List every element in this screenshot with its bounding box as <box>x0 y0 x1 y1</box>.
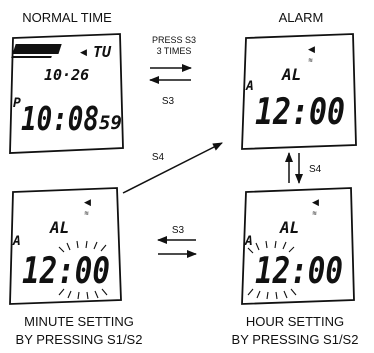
hour-am-indicator: A <box>244 234 253 249</box>
alarm-sound-icon: ≋ <box>308 57 313 64</box>
caption-alarm: ALARM <box>279 10 324 25</box>
transition-label-3-times: 3 TIMES <box>157 46 192 56</box>
arrow-minute-to-alarm <box>122 142 223 194</box>
alarm-am-indicator: A <box>245 79 254 94</box>
transition-label-s4-diagonal: S4 <box>152 152 165 163</box>
alarm-mode-label: AL <box>281 65 301 84</box>
hour-setting-display: ◀ ≋ AL A 12:00 <box>241 187 355 305</box>
minute-sound-icon: ≋ <box>84 210 89 217</box>
transition-label-s3-back: S3 <box>162 96 175 107</box>
transition-label-press-s3: PRESS S3 <box>152 35 196 45</box>
hour-mode-label: AL <box>279 218 299 237</box>
minute-setting-display: ◀ ≋ AL A 12:00 <box>9 187 122 305</box>
minute-mode-label: AL <box>49 218 69 237</box>
seconds-digits: 59 <box>99 112 122 134</box>
signal-icon: ◀ <box>80 48 87 58</box>
hour-sound-icon: ≋ <box>312 210 317 217</box>
date-label: 10·26 <box>44 66 89 84</box>
caption-minute-setting-sub: BY PRESSING S1/S2 <box>16 332 143 347</box>
day-label: TU <box>93 43 112 61</box>
caption-normal-time: NORMAL TIME <box>22 10 112 25</box>
caption-hour-setting: HOUR SETTING <box>246 314 344 329</box>
pm-indicator: P <box>13 96 21 111</box>
normal-time-display: ◀ TU 10·26 P 10:08 59 <box>9 33 124 154</box>
hour-bell-icon: ◀ <box>312 198 319 208</box>
alarm-display: ◀ ≋ AL A 12:00 <box>241 33 357 150</box>
minute-am-indicator: A <box>12 234 21 249</box>
alarm-time-digits: 12:00 <box>255 92 345 133</box>
caption-minute-setting: MINUTE SETTING <box>24 314 134 329</box>
alarm-bell-icon: ◀ <box>308 45 315 55</box>
alarm-setting-diagram: NORMAL TIME ALARM MINUTE SETTING BY PRES… <box>9 10 359 347</box>
time-digits: 10:08 <box>21 99 99 138</box>
minute-bell-icon: ◀ <box>84 198 91 208</box>
battery-bar-icon <box>12 44 62 54</box>
transition-label-s4-vertical: S4 <box>309 164 322 175</box>
transition-label-s3-bottom: S3 <box>172 225 185 236</box>
hour-time-digits: 12:00 <box>255 251 343 292</box>
caption-hour-setting-sub: BY PRESSING S1/S2 <box>232 332 359 347</box>
minute-time-digits: 12:00 <box>22 251 110 292</box>
